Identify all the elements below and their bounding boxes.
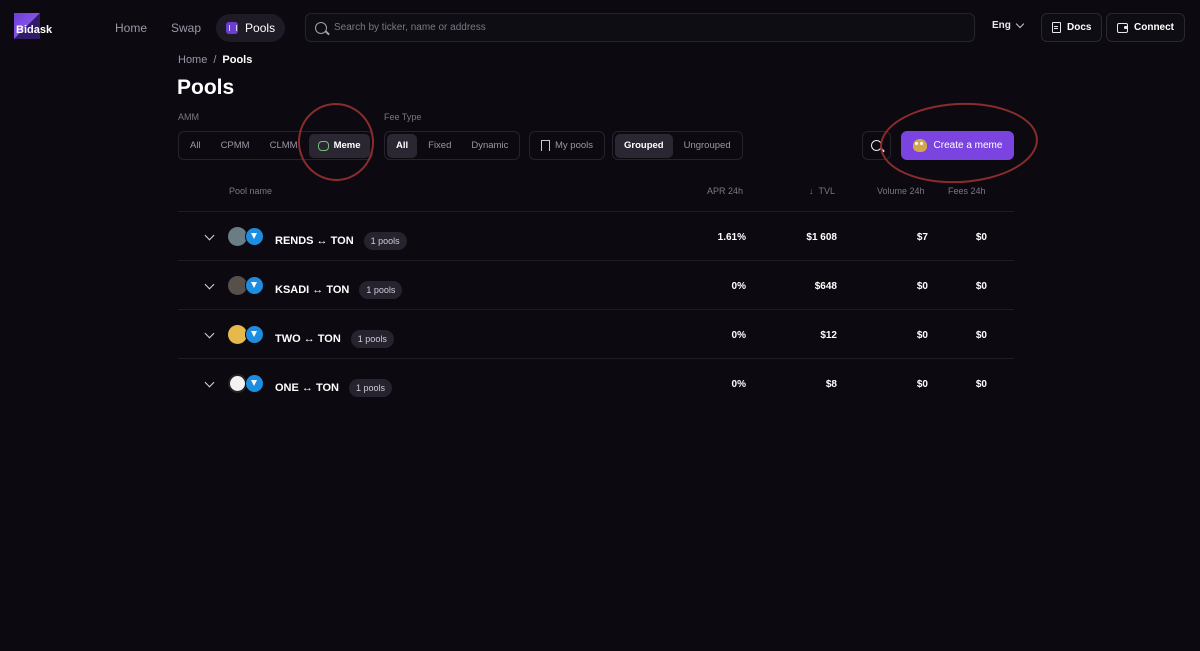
breadcrumb-separator: / <box>213 54 217 66</box>
search-bar[interactable] <box>305 13 975 42</box>
table-row[interactable]: ONE ↔ TON 1 pools 0% $8 $0 $0 <box>178 358 1014 407</box>
meme-icon <box>317 140 329 151</box>
grouping-toggle: Grouped Ungrouped <box>612 131 743 160</box>
docs-label: Docs <box>1067 22 1092 33</box>
expand-chevron-icon[interactable] <box>204 230 215 241</box>
ungrouped-option[interactable]: Ungrouped <box>675 134 740 158</box>
tvl-value: $8 <box>825 379 837 390</box>
docs-button[interactable]: Docs <box>1041 13 1103 42</box>
pool-pair: TWO ↔ TON 1 pools <box>275 330 394 348</box>
amm-clmm[interactable]: CLMM <box>261 134 307 158</box>
document-icon <box>1052 22 1061 33</box>
main-nav: Home Swap Pools <box>106 14 286 42</box>
pools-count-badge: 1 pools <box>348 379 393 397</box>
ton-token-icon <box>245 325 264 344</box>
pair-label: RENDS ↔ TON <box>275 235 354 247</box>
pool-pair: ONE ↔ TON 1 pools <box>275 379 393 397</box>
apr-value: 0% <box>731 379 746 390</box>
nav-pools[interactable]: Pools <box>216 14 286 42</box>
fee-dynamic[interactable]: Dynamic <box>462 134 517 158</box>
pair-label: TWO ↔ TON <box>275 333 341 345</box>
logo-text: Bidask <box>16 24 53 36</box>
fee-type-label: Fee Type <box>384 112 422 122</box>
fees-value: $0 <box>975 232 987 243</box>
bidask-logo[interactable]: Bidask <box>14 13 66 39</box>
page-title: Pools <box>177 76 235 99</box>
amm-cpmm[interactable]: CPMM <box>212 134 259 158</box>
fees-value: $0 <box>975 379 987 390</box>
my-pools-button[interactable]: My pools <box>532 134 602 158</box>
col-volume[interactable]: Volume 24h <box>877 186 925 196</box>
create-meme-label: Create a meme <box>933 140 1003 151</box>
fees-value: $0 <box>975 281 987 292</box>
breadcrumb-current: Pools <box>222 54 253 66</box>
create-meme-button[interactable]: Create a meme <box>901 131 1014 160</box>
nav-pools-label: Pools <box>245 21 276 35</box>
pair-label: ONE ↔ TON <box>275 382 339 394</box>
pools-icon <box>226 22 239 34</box>
pools-count-badge: 1 pools <box>363 232 407 250</box>
wallet-icon <box>1117 22 1128 33</box>
volume-value: $0 <box>916 330 928 341</box>
grouped-option[interactable]: Grouped <box>615 133 673 158</box>
language-selector[interactable]: Eng <box>992 19 1025 31</box>
nav-swap[interactable]: Swap <box>162 14 210 42</box>
col-tvl-label: TVL <box>818 186 836 196</box>
col-apr[interactable]: APR 24h <box>707 186 743 196</box>
amm-meme[interactable]: Meme <box>308 133 370 158</box>
apr-value: 0% <box>731 330 746 341</box>
search-icon <box>315 21 327 34</box>
table-row[interactable]: KSADI ↔ TON 1 pools 0% $648 $0 $0 <box>178 260 1014 309</box>
pool-pair: RENDS ↔ TON 1 pools <box>275 232 407 250</box>
pair-label: KSADI ↔ TON <box>275 284 350 296</box>
my-pools-toggle[interactable]: My pools <box>529 131 606 160</box>
table-row[interactable]: RENDS ↔ TON 1 pools 1.61% $1 608 $7 $0 <box>178 211 1014 260</box>
connect-button[interactable]: Connect <box>1106 13 1185 42</box>
my-pools-label: My pools <box>555 139 594 151</box>
nav-home[interactable]: Home <box>106 14 156 42</box>
pool-pair: KSADI ↔ TON 1 pools <box>275 281 403 299</box>
search-input[interactable] <box>334 22 934 33</box>
top-bar: Bidask Home Swap Pools Eng Docs Connect <box>0 0 1200 56</box>
pool-search-button[interactable] <box>862 131 891 160</box>
apr-value: 0% <box>731 281 746 292</box>
sort-arrow-icon: ↓ <box>809 186 814 196</box>
fee-type-filter: All Fixed Dynamic <box>384 131 521 160</box>
ton-token-icon <box>245 227 264 246</box>
ton-token-icon <box>245 374 264 393</box>
language-label: Eng <box>992 20 1011 31</box>
tvl-value: $12 <box>820 330 837 341</box>
tvl-value: $648 <box>814 281 837 292</box>
apr-value: 1.61% <box>717 232 746 243</box>
amm-filter-label: AMM <box>178 112 199 122</box>
table-row[interactable]: TWO ↔ TON 1 pools 0% $12 $0 $0 <box>178 309 1014 358</box>
pools-count-badge: 1 pools <box>359 281 403 299</box>
tvl-value: $1 608 <box>806 232 837 243</box>
expand-chevron-icon[interactable] <box>204 279 215 290</box>
volume-value: $0 <box>916 281 928 292</box>
col-fees[interactable]: Fees 24h <box>948 186 986 196</box>
pepe-icon <box>912 139 927 152</box>
breadcrumb-home[interactable]: Home <box>178 54 207 66</box>
expand-chevron-icon[interactable] <box>204 328 215 339</box>
amm-all[interactable]: All <box>181 134 210 158</box>
fees-value: $0 <box>975 330 987 341</box>
bookmark-icon <box>541 140 550 154</box>
col-tvl[interactable]: ↓ TVL <box>809 186 835 196</box>
amm-meme-label: Meme <box>333 139 361 151</box>
volume-value: $0 <box>916 379 928 390</box>
col-pool-name[interactable]: Pool name <box>229 186 272 196</box>
volume-value: $7 <box>916 232 928 243</box>
fee-all[interactable]: All <box>387 133 418 158</box>
chevron-down-icon <box>1015 19 1025 29</box>
amm-filter: All CPMM CLMM Meme <box>178 131 373 160</box>
ton-token-icon <box>245 276 264 295</box>
connect-label: Connect <box>1134 22 1174 33</box>
breadcrumb: Home / Pools <box>178 54 252 66</box>
expand-chevron-icon[interactable] <box>204 377 215 388</box>
fee-fixed[interactable]: Fixed <box>419 134 460 158</box>
pools-count-badge: 1 pools <box>350 330 394 348</box>
search-icon <box>871 140 882 151</box>
